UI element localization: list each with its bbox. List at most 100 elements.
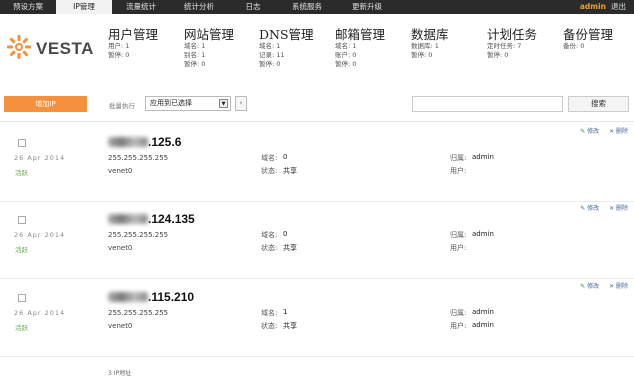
row-checkbox[interactable]	[18, 294, 26, 302]
row-date: 26 Apr 2014	[14, 309, 66, 317]
stat-line: 暂停: 0	[259, 60, 281, 68]
nav-item-ip[interactable]: IP管理	[56, 0, 112, 14]
row-date: 26 Apr 2014	[14, 154, 66, 162]
stat-title: DNS管理	[259, 27, 314, 42]
stat-line: 暂停: 0	[487, 51, 509, 59]
row-status: 活跃	[15, 324, 28, 332]
vesta-logo-icon	[7, 35, 31, 59]
row-status: 活跃	[15, 169, 28, 177]
stat-title: 网站管理	[184, 27, 235, 42]
user-label: 用户:	[450, 322, 467, 330]
ip-row: ✎ 修改 ✕ 删除 26 Apr 2014 活跃 .115.210 255.25…	[0, 278, 634, 357]
delete-button[interactable]: ✕ 删除	[609, 128, 628, 135]
bulk-action-value: 应用到已选择	[150, 99, 192, 107]
bulk-action-select[interactable]: 应用到已选择 ▼	[145, 96, 231, 111]
user-label: 用户:	[450, 244, 467, 252]
nav-item-presets[interactable]: 预设方案	[0, 0, 56, 14]
vesta-logo[interactable]: VESTA	[6, 34, 93, 64]
ip-row: ✎ 修改 ✕ 删除 26 Apr 2014 活跃 .125.6 255.255.…	[0, 123, 634, 202]
ip-row: ✎ 修改 ✕ 删除 26 Apr 2014 活跃 .124.135 255.25…	[0, 200, 634, 279]
nav-item-traffic[interactable]: 流量统计	[112, 0, 170, 14]
domains-label: 域名:	[261, 309, 278, 317]
ip-address: .125.6	[108, 135, 181, 149]
owner-label: 归属:	[450, 231, 467, 239]
owner-label: 归属:	[450, 154, 467, 162]
state-label: 状态:	[261, 322, 278, 330]
stat-websites[interactable]: 网站管理 域名: 1 别名: 1 暂停: 0	[184, 27, 234, 69]
stat-line: 暂停: 0	[184, 60, 206, 68]
domains-value: 0	[283, 153, 288, 161]
add-ip-button[interactable]: 增加IP	[4, 96, 87, 112]
row-date: 26 Apr 2014	[14, 231, 66, 239]
bulk-action-label: 批量执行	[109, 102, 135, 110]
stat-cron[interactable]: 计划任务 定时任务: 7 暂停: 0	[487, 27, 537, 60]
interface: venet0	[108, 167, 133, 175]
current-user-link[interactable]: admin	[580, 0, 606, 14]
netmask: 255.255.255.255	[108, 231, 169, 239]
delete-button[interactable]: ✕ 删除	[609, 283, 628, 290]
stat-line: 域名: 1	[184, 42, 206, 50]
stat-line: 数据库: 1	[411, 42, 439, 50]
domains-label: 域名:	[261, 154, 278, 162]
user-label: 用户:	[450, 167, 467, 175]
ip-count: 3 IP地址	[108, 370, 132, 377]
stat-line: 记录: 11	[259, 51, 285, 59]
stat-line: 用户: 1	[108, 42, 130, 50]
top-nav: 预设方案 IP管理 流量统计 统计分析 日志 系统服务 更新升级 admin 退…	[0, 0, 634, 14]
domains-value: 1	[283, 308, 288, 316]
owner-value: admin	[472, 308, 494, 316]
owner-label: 归属:	[450, 309, 467, 317]
nav-item-log[interactable]: 日志	[228, 0, 278, 14]
owner-value: admin	[472, 230, 494, 238]
ip-address: .124.135	[108, 212, 195, 226]
netmask: 255.255.255.255	[108, 309, 169, 317]
row-checkbox[interactable]	[18, 216, 26, 224]
nav-item-updates[interactable]: 更新升级	[336, 0, 398, 14]
edit-button[interactable]: ✎ 修改	[580, 205, 599, 212]
nav-item-services[interactable]: 系统服务	[278, 0, 336, 14]
redacted-ip-prefix	[108, 137, 148, 147]
ip-suffix: .125.6	[148, 135, 182, 149]
redacted-ip-prefix	[108, 214, 148, 224]
row-actions: ✎ 修改 ✕ 删除	[572, 203, 628, 212]
state-value: 共享	[283, 322, 297, 330]
row-status: 活跃	[15, 246, 28, 254]
state-label: 状态:	[261, 167, 278, 175]
domains-label: 域名:	[261, 231, 278, 239]
owner-value: admin	[472, 153, 494, 161]
ip-address: .115.210	[108, 290, 194, 304]
row-actions: ✎ 修改 ✕ 删除	[572, 281, 628, 290]
toolbar: 增加IP 批量执行 应用到已选择 ▼ › 搜索	[0, 86, 634, 122]
stat-line: 别名: 1	[184, 51, 206, 59]
bulk-apply-button[interactable]: ›	[235, 96, 247, 111]
stat-line: 定时任务: 7	[487, 42, 522, 50]
nav-item-stats[interactable]: 统计分析	[170, 0, 228, 14]
app-root: 预设方案 IP管理 流量统计 统计分析 日志 系统服务 更新升级 admin 退…	[0, 0, 634, 389]
stat-mail[interactable]: 邮箱管理 域名: 1 账户: 0 暂停: 0	[335, 27, 385, 69]
netmask: 255.255.255.255	[108, 154, 169, 162]
interface: venet0	[108, 322, 133, 330]
stat-title: 备份管理	[563, 27, 614, 42]
stat-users[interactable]: 用户管理 用户: 1 暂停: 0	[108, 27, 158, 60]
stat-title: 邮箱管理	[335, 27, 386, 42]
ip-suffix: .115.210	[148, 290, 195, 304]
header: VESTA 用户管理 用户: 1 暂停: 0 网站管理 域名: 1 别名: 1 …	[0, 14, 634, 86]
row-actions: ✎ 修改 ✕ 删除	[572, 126, 628, 135]
search-button[interactable]: 搜索	[568, 96, 629, 112]
state-value: 共享	[283, 167, 297, 175]
stat-databases[interactable]: 数据库 数据库: 1 暂停: 0	[411, 27, 449, 60]
edit-button[interactable]: ✎ 修改	[580, 128, 599, 135]
logout-link[interactable]: 退出	[611, 0, 626, 14]
stat-title: 数据库	[411, 27, 449, 42]
search-input[interactable]	[412, 96, 563, 112]
stat-backups[interactable]: 备份管理 备份: 0	[563, 27, 613, 51]
row-checkbox[interactable]	[18, 139, 26, 147]
user-value: admin	[472, 321, 494, 329]
edit-button[interactable]: ✎ 修改	[580, 283, 599, 290]
interface: venet0	[108, 244, 133, 252]
delete-button[interactable]: ✕ 删除	[609, 205, 628, 212]
stat-line: 账户: 0	[335, 51, 357, 59]
state-value: 共享	[283, 244, 297, 252]
stat-dns[interactable]: DNS管理 域名: 1 记录: 11 暂停: 0	[259, 27, 314, 69]
stat-line: 备份: 0	[563, 42, 585, 50]
